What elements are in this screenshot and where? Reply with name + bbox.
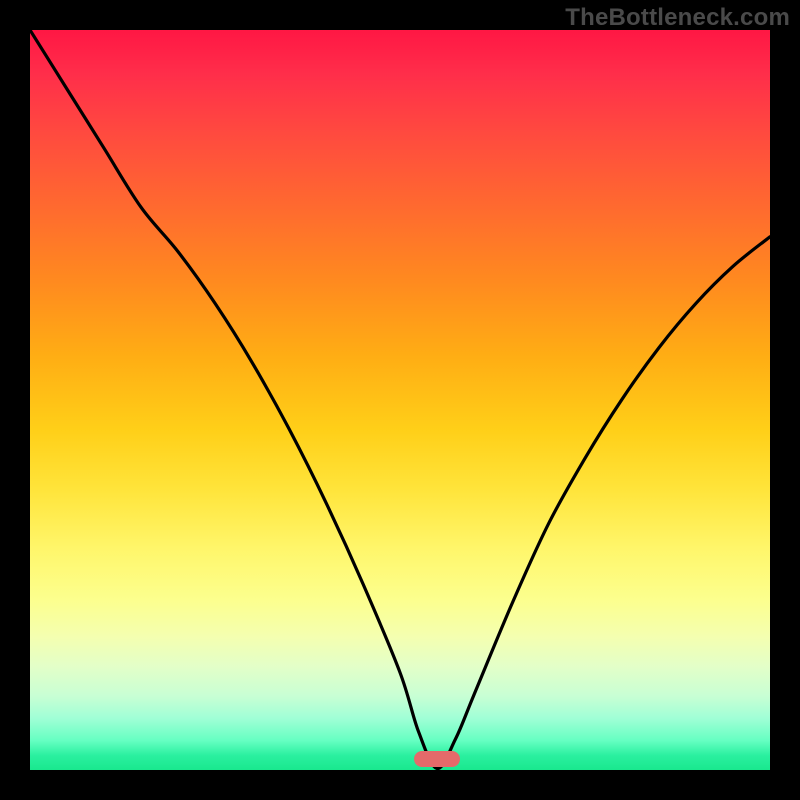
- bottleneck-curve: [30, 30, 770, 770]
- curve-path: [30, 30, 770, 769]
- optimal-point-marker: [414, 751, 460, 767]
- watermark-text: TheBottleneck.com: [565, 4, 790, 32]
- chart-frame: TheBottleneck.com: [0, 0, 800, 800]
- plot-area: [30, 30, 770, 770]
